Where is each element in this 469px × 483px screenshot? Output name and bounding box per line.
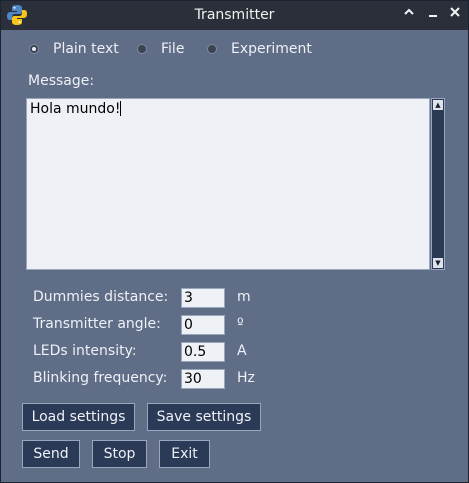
radio-label: File (161, 41, 185, 57)
scroll-up-arrow-icon[interactable]: ▲ (433, 100, 443, 110)
minimize-icon[interactable] (423, 5, 443, 25)
transmitter-angle-input[interactable]: 0 (181, 315, 225, 335)
stop-button[interactable]: Stop (92, 440, 147, 468)
text-caret (120, 101, 122, 116)
message-label: Message: (28, 73, 95, 89)
transmitter-angle-label: Transmitter angle: (33, 316, 161, 332)
scroll-down-arrow-icon[interactable]: ▼ (433, 258, 443, 268)
transmitter-angle-unit: º (237, 316, 244, 332)
exit-button[interactable]: Exit (159, 440, 210, 468)
radio-button[interactable] (207, 44, 217, 54)
send-button[interactable]: Send (22, 440, 80, 468)
radio-button[interactable] (137, 44, 147, 54)
dummies-distance-input[interactable]: 3 (181, 288, 225, 308)
leds-intensity-unit: A (237, 343, 247, 359)
message-textarea[interactable]: Hola mundo! (26, 98, 430, 270)
dummies-distance-unit: m (237, 289, 251, 305)
radio-button[interactable] (29, 44, 39, 54)
radio-label: Experiment (231, 41, 312, 57)
message-scrollbar[interactable]: ▲ ▼ (431, 98, 445, 270)
save-settings-button[interactable]: Save settings (147, 403, 261, 431)
title-bar[interactable]: Transmitter (1, 1, 468, 30)
transmitter-window: Transmitter Plain text File Experiment M… (0, 0, 469, 483)
leds-intensity-label: LEDs intensity: (33, 343, 137, 359)
close-icon[interactable] (445, 5, 465, 25)
dummies-distance-label: Dummies distance: (33, 289, 169, 305)
leds-intensity-input[interactable]: 0.5 (181, 342, 225, 362)
blinking-frequency-unit: Hz (237, 370, 255, 386)
chevron-up-icon[interactable] (399, 5, 419, 25)
radio-label: Plain text (53, 41, 119, 57)
blinking-frequency-label: Blinking frequency: (33, 370, 168, 386)
window-title: Transmitter (194, 7, 275, 23)
message-text: Hola mundo! (30, 101, 121, 117)
blinking-frequency-input[interactable]: 30 (181, 369, 225, 389)
load-settings-button[interactable]: Load settings (22, 403, 135, 431)
